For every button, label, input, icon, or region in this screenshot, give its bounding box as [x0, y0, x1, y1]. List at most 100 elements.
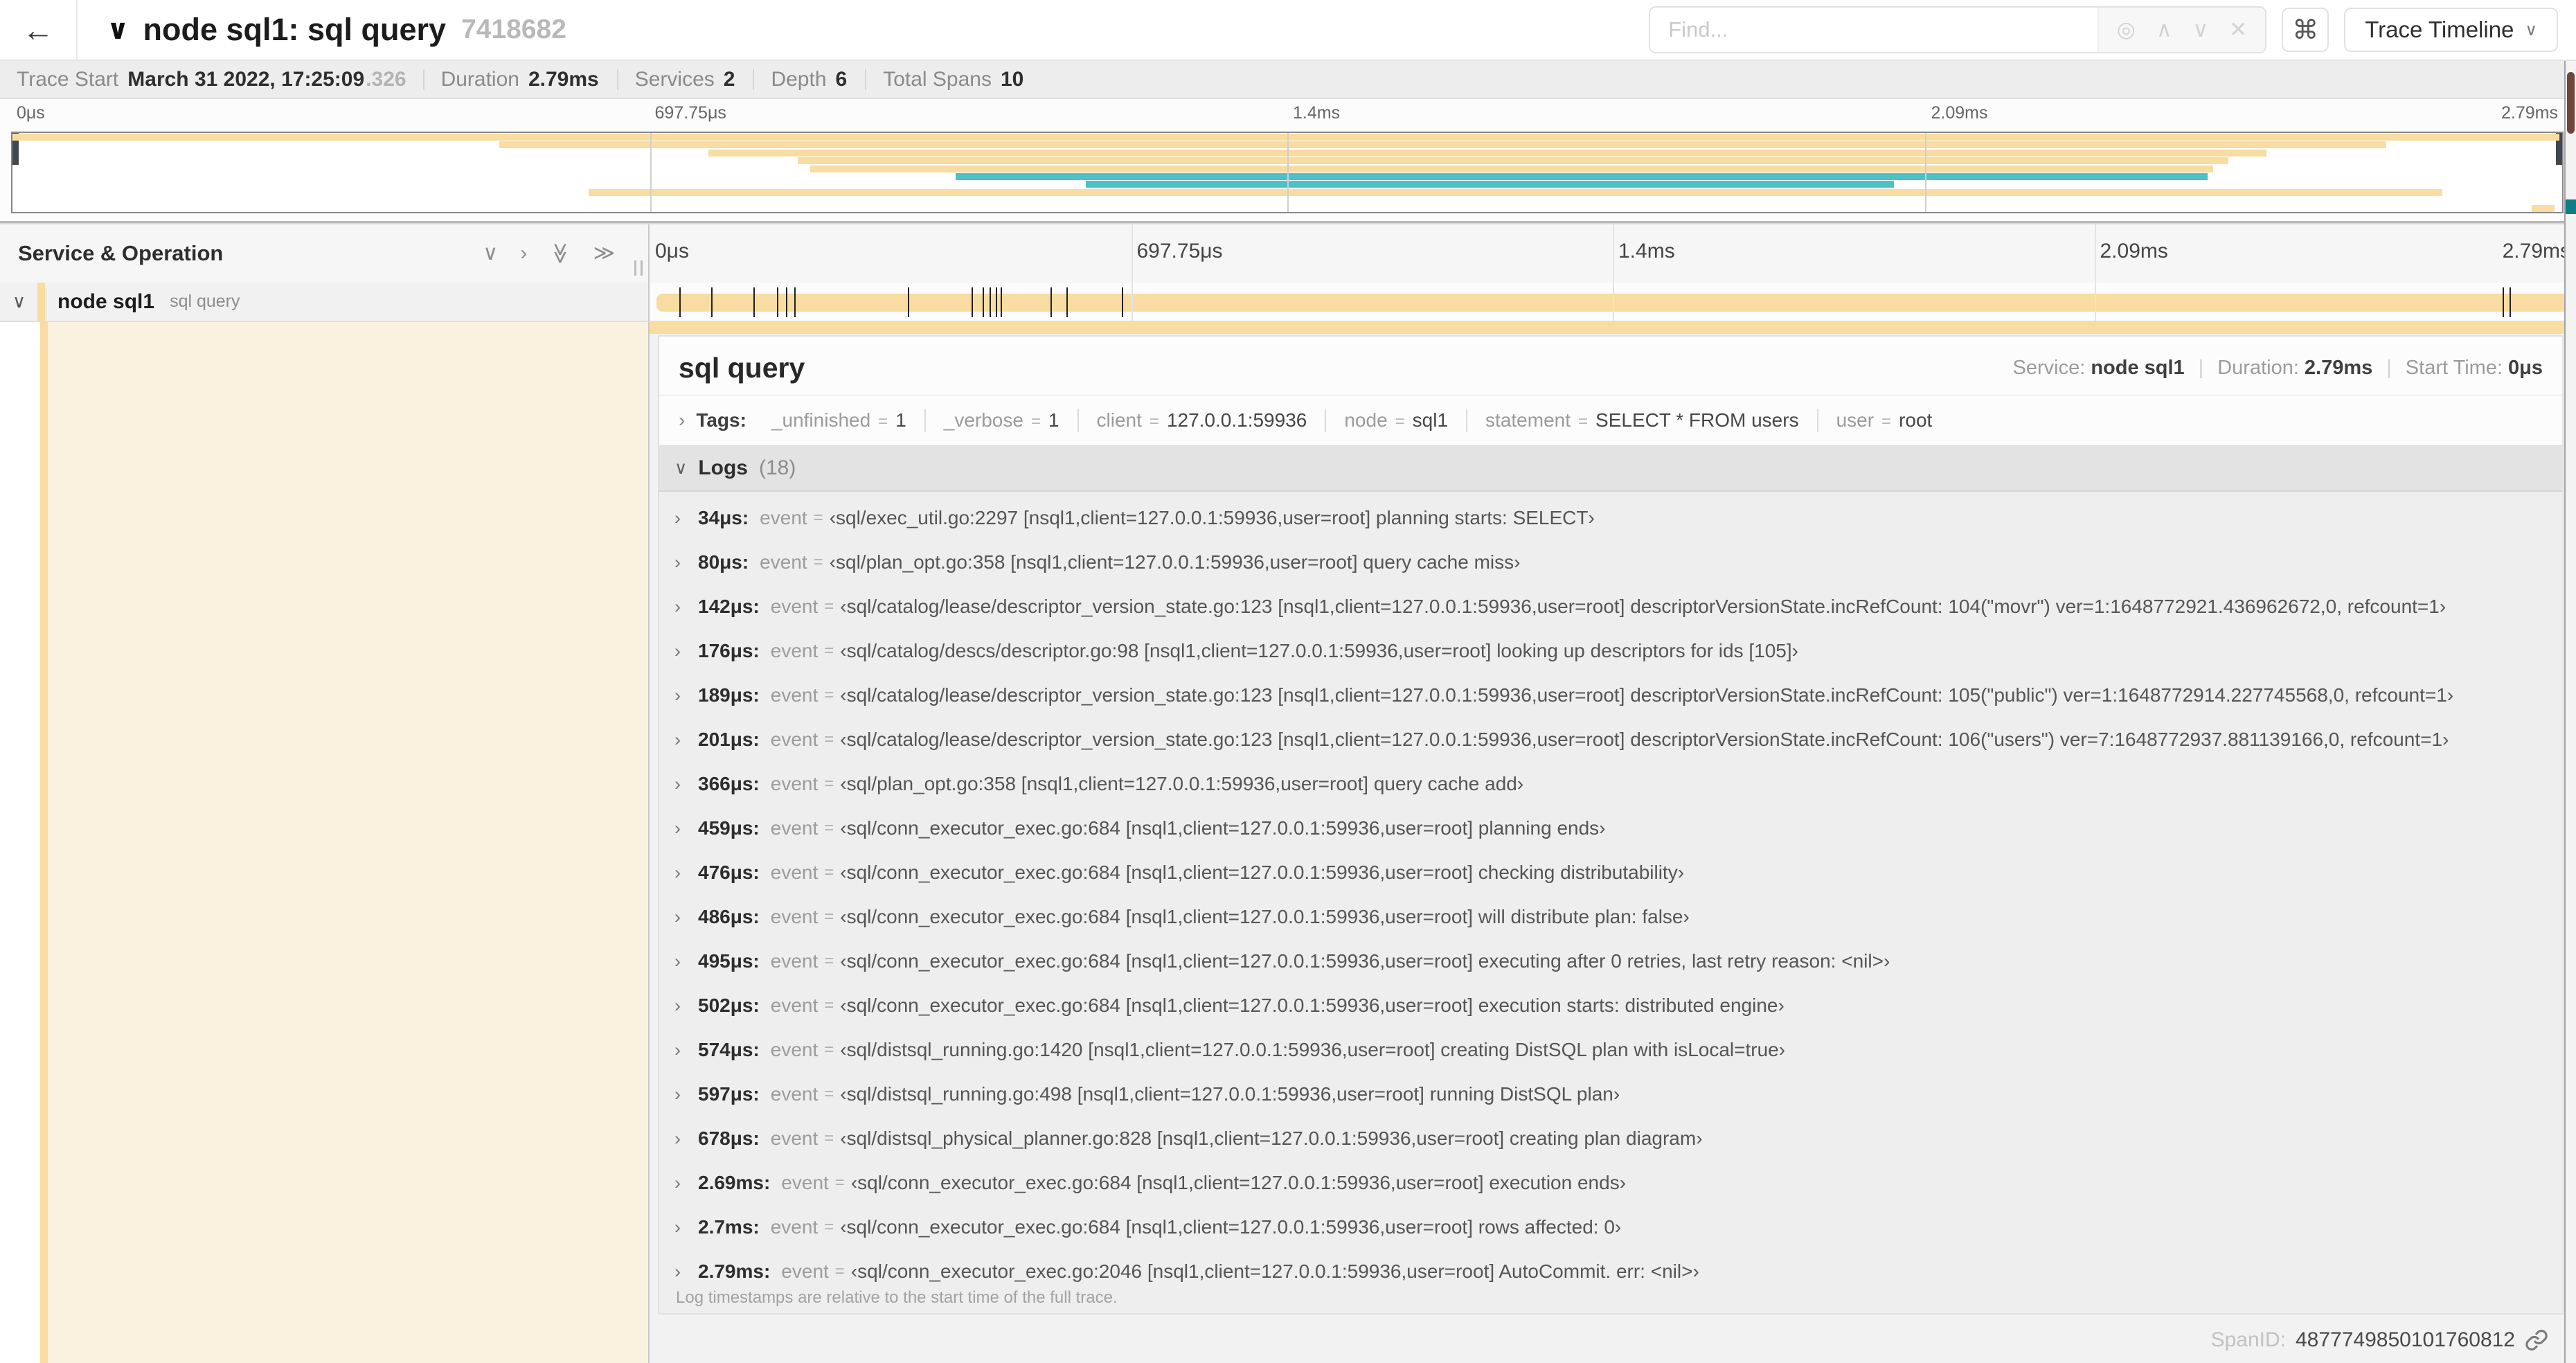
log-row[interactable]: › 201μs: event = ‹sql/catalog/lease/desc…	[659, 718, 2562, 762]
log-row[interactable]: › 366μs: event = ‹sql/plan_opt.go:358 [n…	[659, 762, 2562, 806]
log-row[interactable]: › 142μs: event = ‹sql/catalog/lease/desc…	[659, 585, 2562, 629]
tag-equals: =	[1149, 412, 1159, 431]
locate-icon[interactable]: ◎	[2117, 17, 2136, 42]
span-row[interactable]: ∨ node sql1 sql query	[0, 283, 2576, 322]
chevron-down-icon[interactable]: ∨	[483, 243, 498, 264]
stat-value: 2	[723, 67, 735, 91]
log-equals: =	[824, 1218, 834, 1236]
clear-icon[interactable]: ✕	[2229, 17, 2247, 42]
log-row[interactable]: › 495μs: event = ‹sql/conn_executor_exec…	[659, 939, 2562, 983]
chevron-right-icon[interactable]: ›	[674, 1084, 698, 1105]
chevron-right-icon[interactable]: ›	[674, 596, 698, 618]
trace-collapse-chevron-icon[interactable]: ∨	[107, 14, 129, 46]
chevron-right-icon[interactable]: ›	[674, 907, 698, 928]
span-row-timeline[interactable]	[650, 283, 2576, 322]
chevron-right-icon[interactable]: ›	[674, 641, 698, 662]
tag-key: node	[1344, 409, 1388, 431]
trace-id: 7418682	[461, 15, 566, 44]
chevron-right-icon[interactable]: ›	[674, 995, 698, 1017]
back-button[interactable]: ←	[0, 0, 78, 60]
trace-stat: Total Spans 10	[865, 69, 1041, 90]
span-detail-accent-strip	[650, 322, 2572, 334]
span-row-name-column[interactable]: ∨ node sql1 sql query	[0, 283, 650, 322]
stat-label: Depth	[771, 67, 827, 91]
duration-value: 2.79ms	[2304, 356, 2373, 379]
chevron-right-icon[interactable]: ›	[674, 1128, 698, 1150]
chevron-right-icon[interactable]: ›	[674, 552, 698, 573]
chevron-right-icon[interactable]: ›	[674, 1217, 698, 1238]
tag-item[interactable]: node = sql1	[1325, 409, 1466, 432]
column-resize-grip-icon[interactable]	[634, 260, 643, 276]
meta-separator: |	[2386, 356, 2392, 379]
chevron-right-icon[interactable]: ›	[674, 951, 698, 972]
log-row[interactable]: › 2.69ms: event = ‹sql/conn_executor_exe…	[659, 1161, 2562, 1205]
chevron-right-icon[interactable]: ›	[674, 729, 698, 751]
duration-label: Duration:	[2217, 356, 2299, 379]
log-row[interactable]: › 176μs: event = ‹sql/catalog/descs/desc…	[659, 629, 2562, 673]
minimap-canvas[interactable]	[11, 132, 2564, 213]
tag-equals: =	[878, 412, 888, 431]
chevron-right-icon[interactable]: ›	[674, 774, 698, 795]
log-row[interactable]: › 574μs: event = ‹sql/distsql_running.go…	[659, 1028, 2562, 1072]
double-chevron-down-icon[interactable]: ≫	[549, 242, 572, 264]
log-row[interactable]: › 2.7ms: event = ‹sql/conn_executor_exec…	[659, 1205, 2562, 1249]
tag-item[interactable]: _verbose = 1	[924, 409, 1077, 432]
tag-item[interactable]: statement = SELECT * FROM users	[1466, 409, 1817, 432]
chevron-down-icon[interactable]: ∨	[12, 291, 26, 312]
chevron-down-icon[interactable]: ∨	[674, 458, 687, 479]
chevron-right-icon[interactable]: ›	[674, 862, 698, 884]
minimap-tick-label: 697.75μs	[654, 103, 726, 123]
log-row[interactable]: › 486μs: event = ‹sql/conn_executor_exec…	[659, 895, 2562, 939]
link-icon[interactable]	[2525, 1328, 2548, 1352]
chevron-right-icon[interactable]: ›	[674, 1261, 698, 1283]
timeline-ruler: 0μs 697.75μs 1.4ms 2.09ms 2.79ms	[650, 224, 2576, 283]
chevron-right-icon[interactable]: ›	[674, 508, 698, 529]
tags-label: Tags:	[696, 409, 746, 431]
tag-item[interactable]: user = root	[1816, 409, 1951, 432]
back-arrow-icon: ←	[22, 12, 54, 48]
log-equals: =	[824, 952, 834, 970]
next-match-icon[interactable]: ∨	[2193, 17, 2209, 42]
span-id-row: SpanID: 4877749850101760812	[2211, 1328, 2548, 1352]
log-equals: =	[824, 1040, 834, 1059]
view-selector-button[interactable]: Trace Timeline ∨	[2344, 8, 2558, 52]
top-bar: ← ∨ node sql1: sql query 7418682 ◎ ∧ ∨ ✕…	[0, 0, 2576, 61]
minimap-span-bar	[810, 165, 2213, 172]
minimap-tick-label: 2.79ms	[2501, 103, 2558, 123]
logs-count: (18)	[758, 456, 796, 479]
log-row[interactable]: › 597μs: event = ‹sql/distsql_running.go…	[659, 1072, 2562, 1116]
vertical-scrollbar[interactable]	[2564, 61, 2576, 1363]
double-chevron-right-icon[interactable]: ≫	[593, 243, 615, 264]
tag-item[interactable]: _unfinished = 1	[753, 409, 924, 432]
minimap-span-bar	[1086, 181, 1895, 188]
log-field-value: ‹sql/catalog/descs/descriptor.go:98 [nsq…	[840, 640, 1798, 661]
keyboard-shortcuts-button[interactable]: ⌘	[2282, 8, 2329, 52]
log-field-key: event	[770, 906, 819, 927]
view-selector-label: Trace Timeline	[2365, 17, 2514, 42]
log-field-value: ‹sql/conn_executor_exec.go:684 [nsql1,cl…	[840, 950, 1890, 972]
tags-row[interactable]: › Tags: _unfinished = 1 _verbose = 1 cli…	[659, 395, 2562, 445]
log-row[interactable]: › 502μs: event = ‹sql/conn_executor_exec…	[659, 983, 2562, 1028]
stat-value: 2.79ms	[528, 67, 599, 91]
log-row[interactable]: › 80μs: event = ‹sql/plan_opt.go:358 [ns…	[659, 540, 2562, 585]
tag-item[interactable]: client = 127.0.0.1:59936	[1077, 409, 1325, 432]
log-row[interactable]: › 189μs: event = ‹sql/catalog/lease/desc…	[659, 673, 2562, 718]
log-row[interactable]: › 476μs: event = ‹sql/conn_executor_exec…	[659, 850, 2562, 895]
prev-match-icon[interactable]: ∧	[2156, 17, 2172, 42]
chevron-right-icon[interactable]: ›	[674, 1173, 698, 1194]
chevron-right-icon[interactable]: ›	[520, 243, 527, 264]
chevron-right-icon[interactable]: ›	[679, 409, 685, 431]
find-input[interactable]	[1650, 8, 2098, 52]
chevron-right-icon[interactable]: ›	[674, 1040, 698, 1061]
chevron-right-icon[interactable]: ›	[674, 818, 698, 839]
scrollbar-thumb[interactable]	[2567, 72, 2575, 134]
logs-header[interactable]: ∨ Logs (18)	[659, 446, 2562, 492]
tag-key: _unfinished	[771, 409, 871, 431]
tag-value: 1	[895, 409, 906, 431]
log-row[interactable]: › 459μs: event = ‹sql/conn_executor_exec…	[659, 806, 2562, 850]
log-field-key: event	[770, 773, 819, 794]
span-service-name: node sql1	[57, 289, 155, 313]
log-row[interactable]: › 678μs: event = ‹sql/distsql_physical_p…	[659, 1116, 2562, 1161]
log-row[interactable]: › 34μs: event = ‹sql/exec_util.go:2297 […	[659, 496, 2562, 540]
chevron-right-icon[interactable]: ›	[674, 685, 698, 706]
